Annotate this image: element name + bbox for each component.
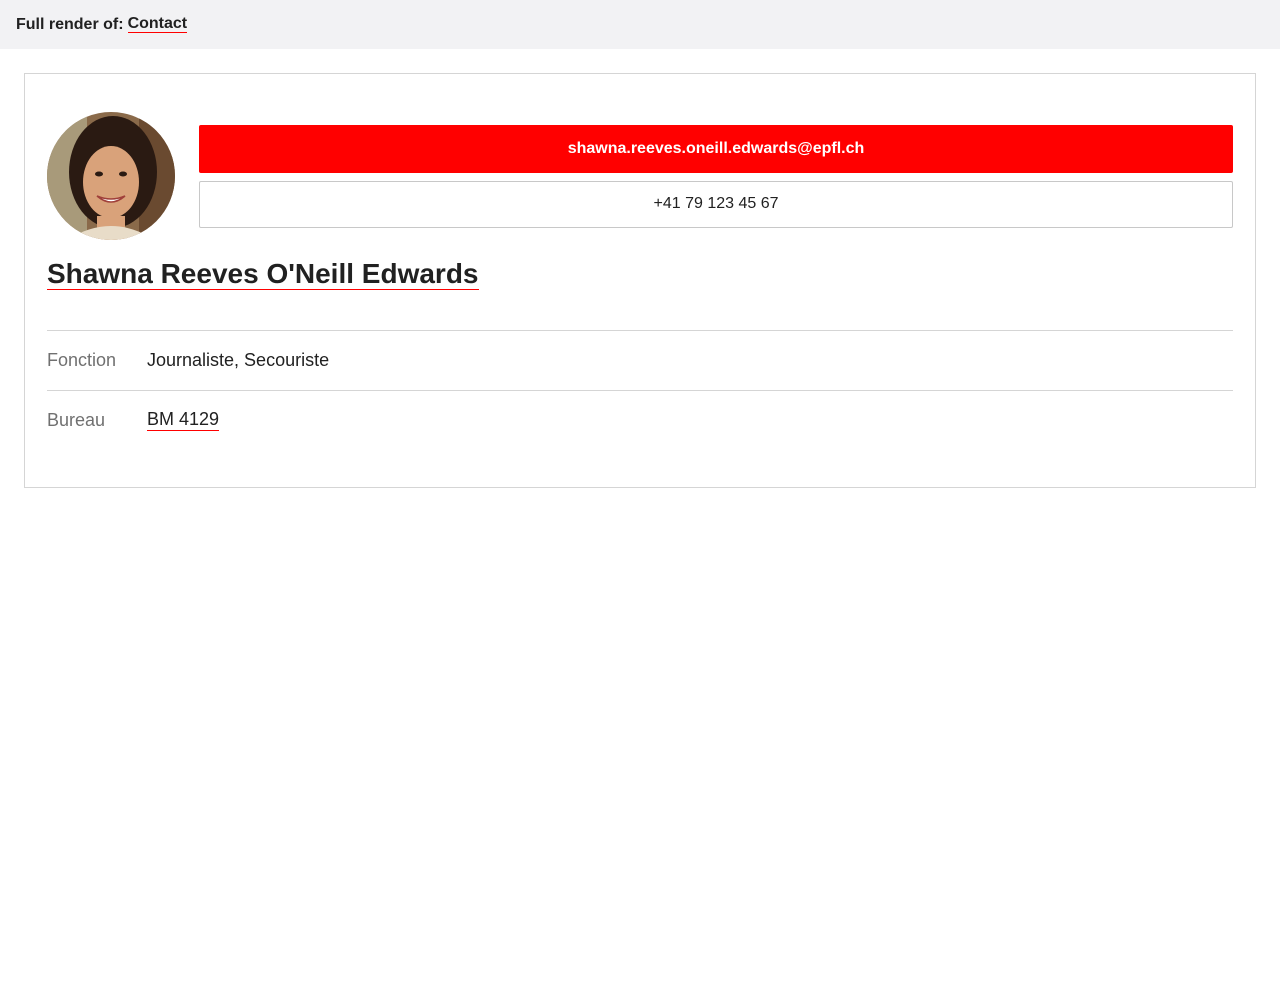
contact-name: Shawna Reeves O'Neill Edwards: [47, 257, 479, 291]
contact-link[interactable]: Contact: [127, 15, 188, 34]
detail-label: Bureau: [47, 410, 106, 430]
detail-value: Journaliste, Secouriste: [147, 350, 330, 370]
contact-header: shawna.reeves.oneill.edwards@epfl.ch +41…: [47, 112, 1233, 240]
contact-name-link[interactable]: Shawna Reeves O'Neill Edwards: [47, 258, 479, 290]
render-prefix: Full render of:: [16, 15, 124, 33]
detail-label: Fonction: [47, 350, 117, 370]
detail-row-fonction: Fonction Journaliste, Secouriste: [47, 330, 1233, 390]
contact-details: Fonction Journaliste, Secouriste Bureau …: [47, 330, 1233, 450]
email-button[interactable]: shawna.reeves.oneill.edwards@epfl.ch: [199, 124, 1233, 173]
contact-actions: shawna.reeves.oneill.edwards@epfl.ch +41…: [199, 124, 1233, 228]
avatar: [47, 112, 175, 240]
contact-card: shawna.reeves.oneill.edwards@epfl.ch +41…: [24, 73, 1256, 488]
phone-button[interactable]: +41 79 123 45 67: [199, 180, 1233, 228]
avatar-photo: [47, 112, 175, 240]
office-link[interactable]: BM 4129: [147, 409, 220, 431]
detail-row-bureau: Bureau BM 4129: [47, 390, 1233, 450]
top-bar: Full render of: Contact: [0, 0, 1280, 49]
